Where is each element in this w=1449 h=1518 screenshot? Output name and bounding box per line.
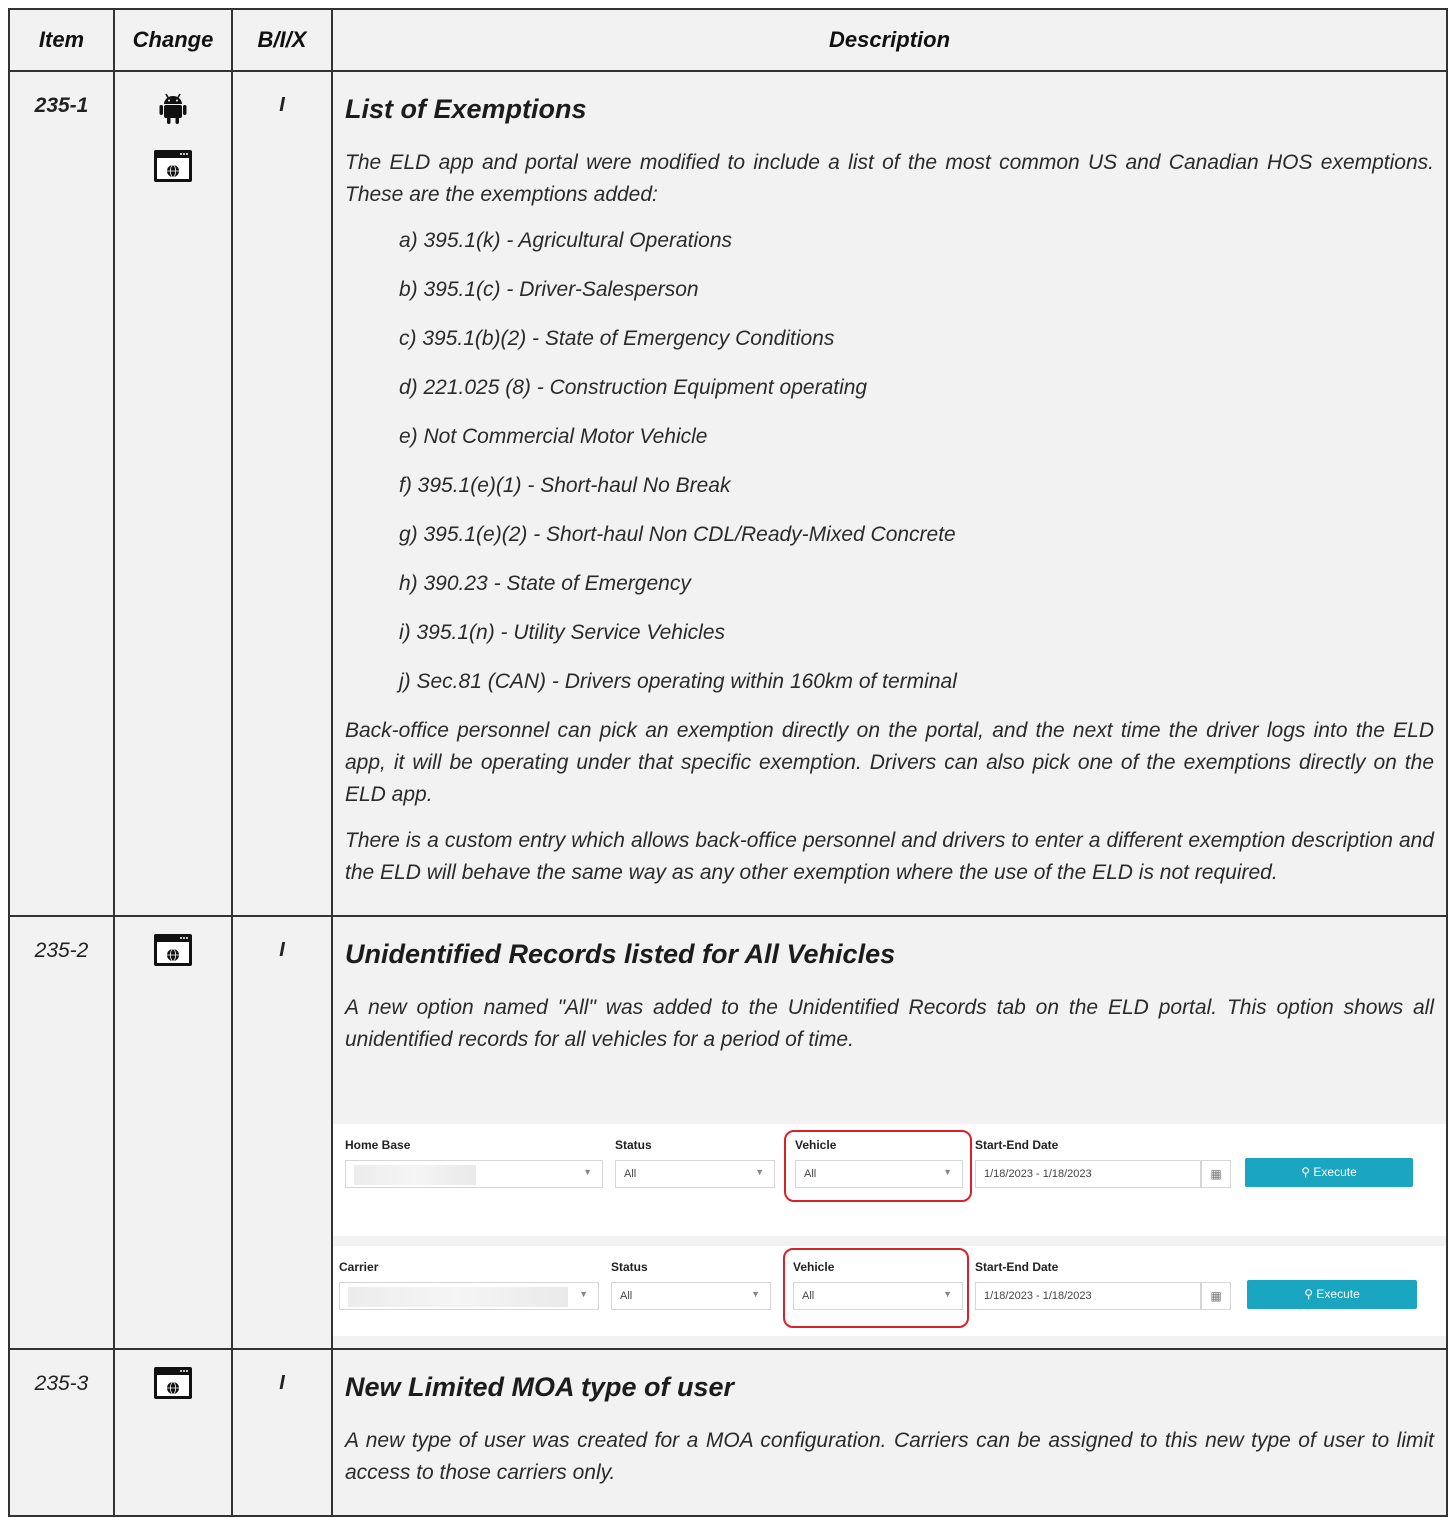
status-value: All [620, 1290, 633, 1302]
bix-value: I [231, 915, 333, 1350]
header-description: Description [331, 8, 1448, 72]
date-value: 1/18/2023 - 1/18/2023 [984, 1290, 1092, 1302]
web-portal-icon [153, 933, 193, 972]
description-cell: Unidentified Records listed for All Vehi… [331, 915, 1448, 1350]
paragraph: There is a custom entry which allows bac… [345, 829, 1434, 884]
list-item: d) 221.025 (8) - Construction Equipment … [399, 376, 868, 399]
highlight-box [783, 1248, 969, 1328]
carrier-label: Carrier [339, 1260, 379, 1274]
caret-down-icon: ▼ [755, 1167, 764, 1177]
search-icon: ⚲ [1301, 1165, 1311, 1179]
description-cell: List of Exemptions The ELD app and porta… [331, 70, 1448, 917]
list-item: g) 395.1(e)(2) - Short-haul Non CDL/Read… [399, 523, 956, 546]
change-icons [113, 1348, 233, 1517]
execute-button[interactable]: ⚲ Execute [1247, 1280, 1417, 1309]
portal-filter-screenshot: Home Base ▼ Status All ▼ Vehicle All ▼ S… [333, 1124, 1446, 1236]
execute-button[interactable]: ⚲ Execute [1245, 1158, 1413, 1187]
list-item: h) 390.23 - State of Emergency [399, 572, 691, 595]
item-id: 235-1 [8, 70, 115, 917]
execute-label: Execute [1316, 1287, 1360, 1301]
release-notes-table: Item Change B/I/X Description 235-1 I Li… [8, 8, 1448, 1517]
redacted-value [354, 1165, 476, 1185]
description-cell: New Limited MOA type of user A new type … [331, 1348, 1448, 1517]
item-id: 235-2 [8, 915, 115, 1350]
paragraph: The ELD app and portal were modified to … [345, 151, 1434, 206]
search-icon: ⚲ [1304, 1287, 1314, 1301]
header-change: Change [113, 8, 233, 72]
status-label: Status [615, 1138, 652, 1152]
calendar-icon[interactable]: ▦ [1201, 1282, 1231, 1310]
caret-down-icon: ▼ [579, 1289, 588, 1299]
date-range-input[interactable]: 1/18/2023 - 1/18/2023 [975, 1160, 1201, 1188]
bix-value: I [231, 70, 333, 917]
status-select[interactable]: All ▼ [611, 1282, 771, 1310]
header-bix: B/I/X [231, 8, 333, 72]
list-item: f) 395.1(e)(1) - Short-haul No Break [399, 474, 731, 497]
date-range-input[interactable]: 1/18/2023 - 1/18/2023 [975, 1282, 1201, 1310]
bix-value: I [231, 1348, 333, 1517]
status-select[interactable]: All ▼ [615, 1160, 775, 1188]
header-item: Item [8, 8, 115, 72]
web-portal-icon [153, 1366, 193, 1405]
paragraph: A new type of user was created for a MOA… [345, 1429, 1434, 1484]
exemption-list: a) 395.1(k) - Agricultural Operations b)… [345, 225, 1434, 698]
change-icons [113, 915, 233, 1350]
android-icon [153, 88, 193, 133]
list-item: a) 395.1(k) - Agricultural Operations [399, 229, 733, 252]
date-label: Start-End Date [975, 1260, 1059, 1274]
section-title: New Limited MOA type of user [345, 1372, 735, 1402]
section-title: Unidentified Records listed for All Vehi… [345, 939, 896, 969]
table-row: 235-2 I Unidentified Records listed for … [8, 915, 1448, 1350]
calendar-icon[interactable]: ▦ [1201, 1160, 1231, 1188]
execute-label: Execute [1313, 1165, 1357, 1179]
table-row: 235-1 I List of Exemptions The ELD app a… [8, 70, 1448, 917]
highlight-box [784, 1130, 972, 1202]
caret-down-icon: ▼ [583, 1167, 592, 1177]
home-base-select[interactable]: ▼ [345, 1160, 603, 1188]
list-item: i) 395.1(n) - Utility Service Vehicles [399, 621, 725, 644]
item-id: 235-3 [8, 1348, 115, 1517]
portal-filter-screenshot: Carrier ▼ Status All ▼ Vehicle All ▼ Sta… [333, 1246, 1446, 1336]
header-row: Item Change B/I/X Description [8, 8, 1448, 72]
paragraph: A new option named "All" was added to th… [345, 996, 1434, 1051]
paragraph: Back-office personnel can pick an exempt… [345, 719, 1434, 806]
carrier-select[interactable]: ▼ [339, 1282, 599, 1310]
status-value: All [624, 1168, 637, 1180]
change-icons [113, 70, 233, 917]
home-base-label: Home Base [345, 1138, 411, 1152]
section-title: List of Exemptions [345, 94, 587, 124]
list-item: c) 395.1(b)(2) - State of Emergency Cond… [399, 327, 835, 350]
caret-down-icon: ▼ [751, 1289, 760, 1299]
date-label: Start-End Date [975, 1138, 1059, 1152]
redacted-value [348, 1287, 568, 1307]
table-row: 235-3 I New Limited MOA type of user A n… [8, 1348, 1448, 1517]
web-portal-icon [153, 149, 193, 188]
date-value: 1/18/2023 - 1/18/2023 [984, 1168, 1092, 1180]
list-item: e) Not Commercial Motor Vehicle [399, 425, 708, 448]
list-item: j) Sec.81 (CAN) - Drivers operating with… [399, 670, 957, 693]
status-label: Status [611, 1260, 648, 1274]
list-item: b) 395.1(c) - Driver-Salesperson [399, 278, 699, 301]
